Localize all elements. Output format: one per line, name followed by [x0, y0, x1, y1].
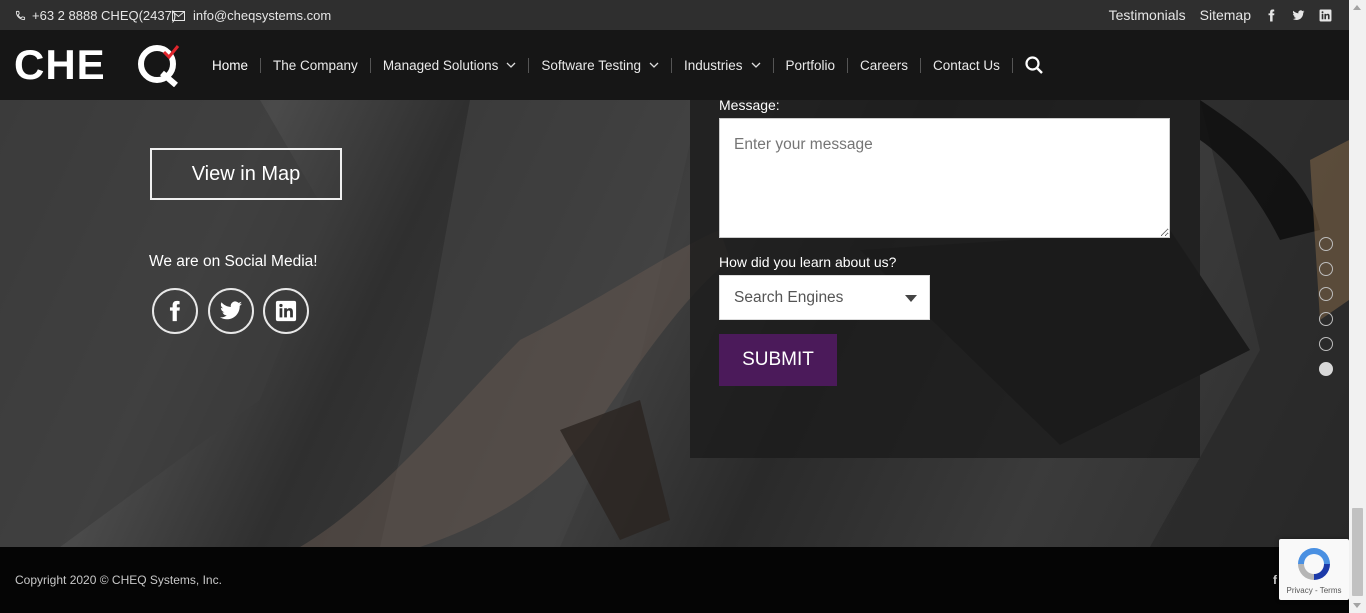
search-icon[interactable] — [1025, 56, 1043, 74]
select-value: Search Engines — [734, 288, 844, 306]
phone-icon — [15, 10, 26, 21]
mail-icon — [172, 10, 185, 21]
social-media-heading: We are on Social Media! — [149, 253, 318, 270]
chevron-down-icon — [751, 62, 760, 68]
chevron-down-icon — [506, 62, 516, 68]
nav-portfolio[interactable]: Portfolio — [774, 57, 849, 73]
phone-contact[interactable]: +63 2 8888 CHEQ(2437) — [15, 8, 176, 23]
main-header: CHE Home The Company Managed Solutions S… — [0, 30, 1349, 100]
scroll-up-arrow-icon[interactable] — [1353, 5, 1361, 10]
section-dot-2[interactable] — [1319, 262, 1333, 276]
nav-the-company[interactable]: The Company — [261, 57, 371, 73]
nav-industries[interactable]: Industries — [672, 57, 774, 73]
nav-label: Portfolio — [785, 57, 836, 73]
footer: Copyright 2020 © CHEQ Systems, Inc. f — [0, 547, 1349, 613]
social-linkedin-button[interactable] — [263, 288, 309, 334]
submit-button[interactable]: SUBMIT — [719, 334, 837, 386]
chevron-down-icon — [649, 62, 659, 68]
page-scrollbar[interactable] — [1349, 0, 1366, 613]
sitemap-link[interactable]: Sitemap — [1200, 7, 1251, 23]
svg-text:CHE: CHE — [14, 43, 106, 87]
scroll-down-arrow-icon[interactable] — [1353, 603, 1361, 608]
section-dot-6[interactable] — [1319, 362, 1333, 376]
nav-careers[interactable]: Careers — [848, 57, 922, 73]
testimonials-link[interactable]: Testimonials — [1109, 7, 1186, 23]
footer-facebook-icon[interactable]: f — [1273, 573, 1277, 587]
recaptcha-icon — [1298, 548, 1330, 580]
recaptcha-privacy-terms[interactable]: Privacy - Terms — [1279, 586, 1349, 595]
cheq-logo[interactable]: CHE — [14, 43, 184, 87]
scrollbar-thumb[interactable] — [1352, 508, 1363, 596]
nav-software-testing[interactable]: Software Testing — [529, 57, 672, 73]
nav-label: Contact Us — [933, 57, 1000, 73]
nav-label: Home — [212, 57, 249, 73]
section-dot-5[interactable] — [1319, 337, 1333, 351]
email-address: info@cheqsystems.com — [193, 8, 332, 23]
linkedin-icon — [275, 300, 297, 322]
top-bar: +63 2 8888 CHEQ(2437) info@cheqsystems.c… — [0, 0, 1349, 30]
view-in-map-button[interactable]: View in Map — [150, 148, 342, 200]
twitter-icon[interactable] — [1292, 9, 1305, 22]
main-nav: Home The Company Managed Solutions Softw… — [200, 30, 1043, 100]
nav-managed-solutions[interactable]: Managed Solutions — [371, 57, 530, 73]
copyright-text: Copyright 2020 © CHEQ Systems, Inc. — [15, 573, 222, 587]
nav-label: Industries — [683, 57, 743, 73]
phone-number: +63 2 8888 CHEQ(2437) — [32, 8, 177, 23]
nav-label: Software Testing — [541, 57, 641, 73]
section-dot-3[interactable] — [1319, 287, 1333, 301]
section-dot-4[interactable] — [1319, 312, 1333, 326]
section-dot-1[interactable] — [1319, 237, 1333, 251]
message-label: Message: — [719, 97, 780, 113]
learn-about-select[interactable]: Search Engines — [719, 275, 930, 320]
twitter-icon — [220, 301, 242, 320]
social-twitter-button[interactable] — [208, 288, 254, 334]
facebook-icon — [169, 300, 180, 322]
facebook-icon[interactable] — [1265, 9, 1278, 22]
nav-label: The Company — [273, 57, 358, 73]
nav-home[interactable]: Home — [200, 57, 262, 73]
caret-down-icon — [905, 295, 917, 302]
social-facebook-button[interactable] — [152, 288, 198, 334]
nav-label: Managed Solutions — [382, 57, 499, 73]
nav-label: Careers — [860, 57, 909, 73]
learn-about-label: How did you learn about us? — [719, 254, 897, 270]
linkedin-icon[interactable] — [1319, 9, 1332, 22]
email-contact[interactable]: info@cheqsystems.com — [172, 8, 331, 23]
recaptcha-badge[interactable]: Privacy - Terms — [1279, 539, 1349, 600]
nav-contact-us[interactable]: Contact Us — [921, 57, 1013, 73]
message-textarea[interactable] — [719, 118, 1170, 238]
